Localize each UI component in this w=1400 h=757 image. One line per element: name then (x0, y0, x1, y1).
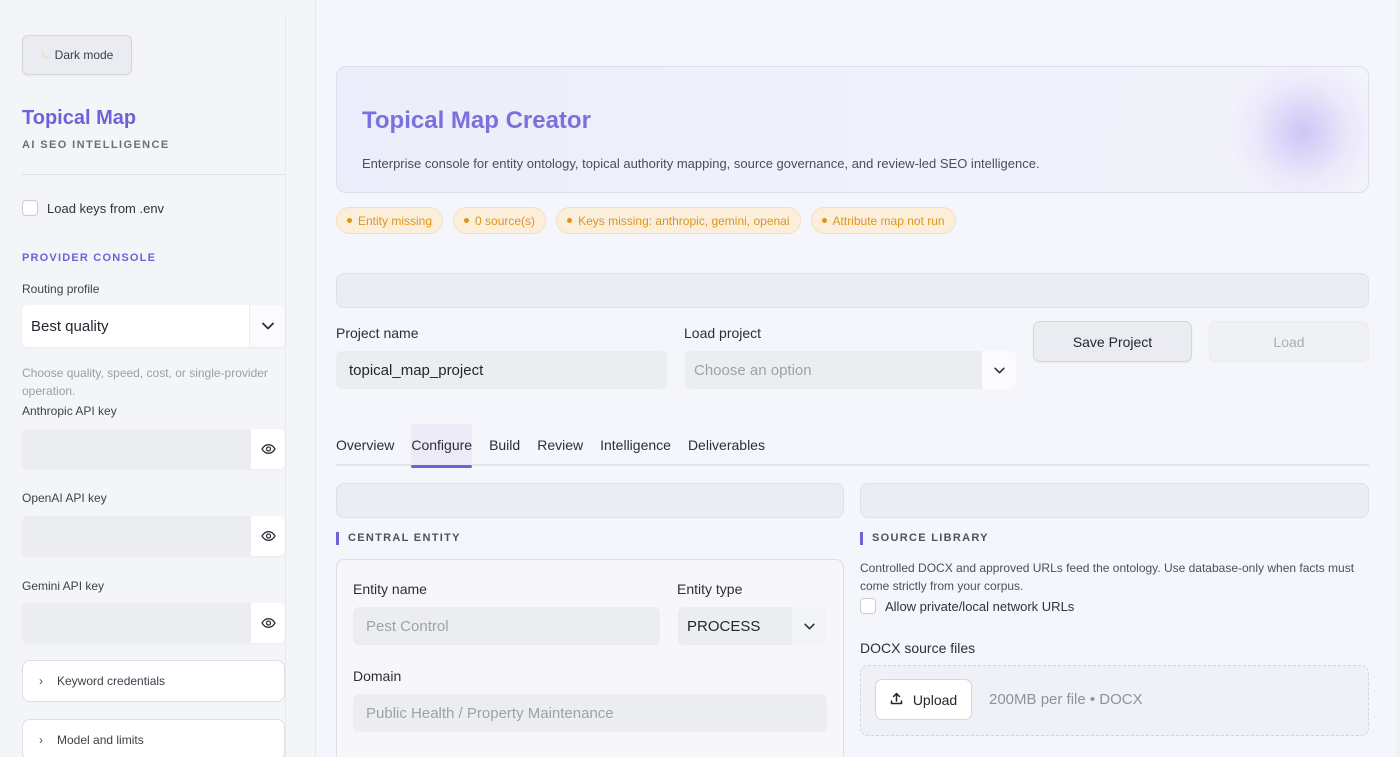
load-project-placeholder: Choose an option (694, 361, 812, 379)
load-env-checkbox[interactable] (22, 200, 38, 216)
anthropic-key-label: Anthropic API key (22, 404, 117, 418)
openai-key-label: OpenAI API key (22, 491, 107, 505)
chevron-right-icon: › (39, 674, 43, 688)
load-project-select[interactable]: Choose an option (685, 351, 1016, 389)
docx-files-label: DOCX source files (860, 640, 976, 656)
main-content: Topical Map Creator Enterprise console f… (316, 0, 1400, 757)
tab-deliverables[interactable]: Deliverables (688, 424, 765, 466)
anthropic-key-input[interactable] (22, 429, 251, 469)
project-name-label: Project name (336, 325, 419, 341)
tab-build[interactable]: Build (489, 424, 520, 466)
scrollbar[interactable] (1396, 0, 1400, 757)
tab-overview[interactable]: Overview (336, 424, 394, 466)
tab-review[interactable]: Review (537, 424, 583, 466)
placeholder-bar (860, 483, 1369, 518)
tab-intelligence[interactable]: Intelligence (600, 424, 671, 466)
brand-title: Topical Map (22, 107, 137, 129)
eye-icon[interactable] (251, 516, 285, 556)
central-entity-card: Entity name Pest Control Entity type PRO… (336, 559, 844, 757)
upload-label: Upload (912, 691, 958, 708)
upload-button[interactable]: Upload (875, 679, 972, 720)
badge-label: Entity missing (358, 213, 433, 228)
status-badge: 0 source(s) (453, 207, 547, 234)
docx-dropzone[interactable]: Upload 200MB per file • DOCX (860, 665, 1369, 736)
badge-label: Attribute map not run (832, 213, 945, 228)
source-library-description: Controlled DOCX and approved URLs feed t… (860, 561, 1355, 593)
keyword-credentials-expander[interactable]: › Keyword credentials (22, 660, 285, 702)
load-env-label: Load keys from .env (47, 200, 165, 216)
routing-help-text: Choose quality, speed, cost, or single-p… (22, 366, 268, 398)
sidebar: Dark mode Topical Map AI SEO INTELLIGENC… (0, 0, 316, 757)
tab-configure[interactable]: Configure (411, 424, 473, 468)
openai-key-input[interactable] (22, 516, 251, 556)
hero-glow (1228, 67, 1368, 192)
dot-icon (464, 218, 470, 223)
eye-icon[interactable] (251, 603, 285, 643)
dark-mode-button[interactable]: Dark mode (22, 35, 132, 75)
status-badge: Attribute map not run (810, 207, 956, 234)
load-project-label: Load project (684, 325, 762, 341)
entity-name-input[interactable]: Pest Control (353, 607, 660, 645)
page-description: Enterprise console for entity ontology, … (362, 156, 1040, 171)
load-env-checkbox-row[interactable]: Load keys from .env (22, 200, 164, 216)
entity-type-value: PROCESS (687, 617, 761, 635)
entity-type-select[interactable]: PROCESS (678, 607, 826, 645)
entity-name-label: Entity name (353, 581, 427, 597)
gemini-key-input[interactable] (22, 603, 251, 643)
anthropic-key-field (22, 429, 285, 469)
status-badge: Entity missing (336, 207, 444, 234)
central-entity-heading: CENTRAL ENTITY (336, 532, 461, 545)
domain-input[interactable]: Public Health / Property Maintenance (353, 694, 827, 732)
chevron-down-icon[interactable] (792, 607, 826, 645)
gemini-key-field (22, 603, 285, 643)
save-project-button[interactable]: Save Project (1033, 321, 1192, 362)
dark-mode-label: Dark mode (54, 48, 114, 62)
placeholder-bar (336, 273, 1369, 308)
provider-console-heading: PROVIDER CONSOLE (22, 252, 157, 264)
model-limits-expander[interactable]: › Model and limits (22, 719, 285, 757)
model-limits-label: Model and limits (57, 733, 144, 747)
entity-type-label: Entity type (677, 581, 743, 597)
private-urls-row[interactable]: Allow private/local network URLs (860, 598, 1074, 614)
hero-banner: Topical Map Creator Enterprise console f… (336, 66, 1369, 193)
upload-hint: 200MB per file • DOCX (989, 691, 1143, 708)
dot-icon (821, 218, 827, 223)
private-urls-label: Allow private/local network URLs (885, 598, 1075, 614)
routing-profile-label: Routing profile (22, 282, 100, 296)
dot-icon (347, 218, 352, 223)
gemini-key-label: Gemini API key (22, 579, 105, 593)
dot-icon (567, 218, 573, 223)
openai-key-field (22, 516, 285, 556)
load-project-button[interactable]: Load (1209, 321, 1369, 362)
page-title: Topical Map Creator (362, 107, 591, 134)
domain-label: Domain (353, 668, 402, 684)
private-urls-checkbox[interactable] (860, 598, 876, 614)
status-badge: Keys missing: anthropic, gemini, openai (556, 207, 801, 234)
upload-icon (890, 692, 903, 708)
project-name-input[interactable]: topical_map_project (336, 351, 667, 389)
routing-profile-value: Best quality (31, 317, 109, 335)
status-badges: Entity missing 0 source(s) Keys missing:… (336, 207, 956, 234)
sidebar-divider (285, 15, 286, 757)
keyword-credentials-label: Keyword credentials (57, 674, 166, 688)
placeholder-bar (336, 483, 844, 518)
moon-icon (41, 48, 53, 63)
brand-subtitle: AI SEO INTELLIGENCE (22, 139, 170, 151)
tab-bar: Overview Configure Build Review Intellig… (336, 424, 1369, 468)
chevron-right-icon: › (39, 733, 43, 747)
chevron-down-icon[interactable] (982, 351, 1016, 389)
eye-icon[interactable] (251, 429, 285, 469)
chevron-down-icon[interactable] (249, 305, 285, 347)
routing-profile-select[interactable]: Best quality (22, 305, 285, 347)
divider (22, 174, 285, 175)
badge-label: 0 source(s) (475, 213, 536, 228)
source-library-heading: SOURCE LIBRARY (860, 532, 989, 545)
badge-label: Keys missing: anthropic, gemini, openai (578, 213, 790, 228)
